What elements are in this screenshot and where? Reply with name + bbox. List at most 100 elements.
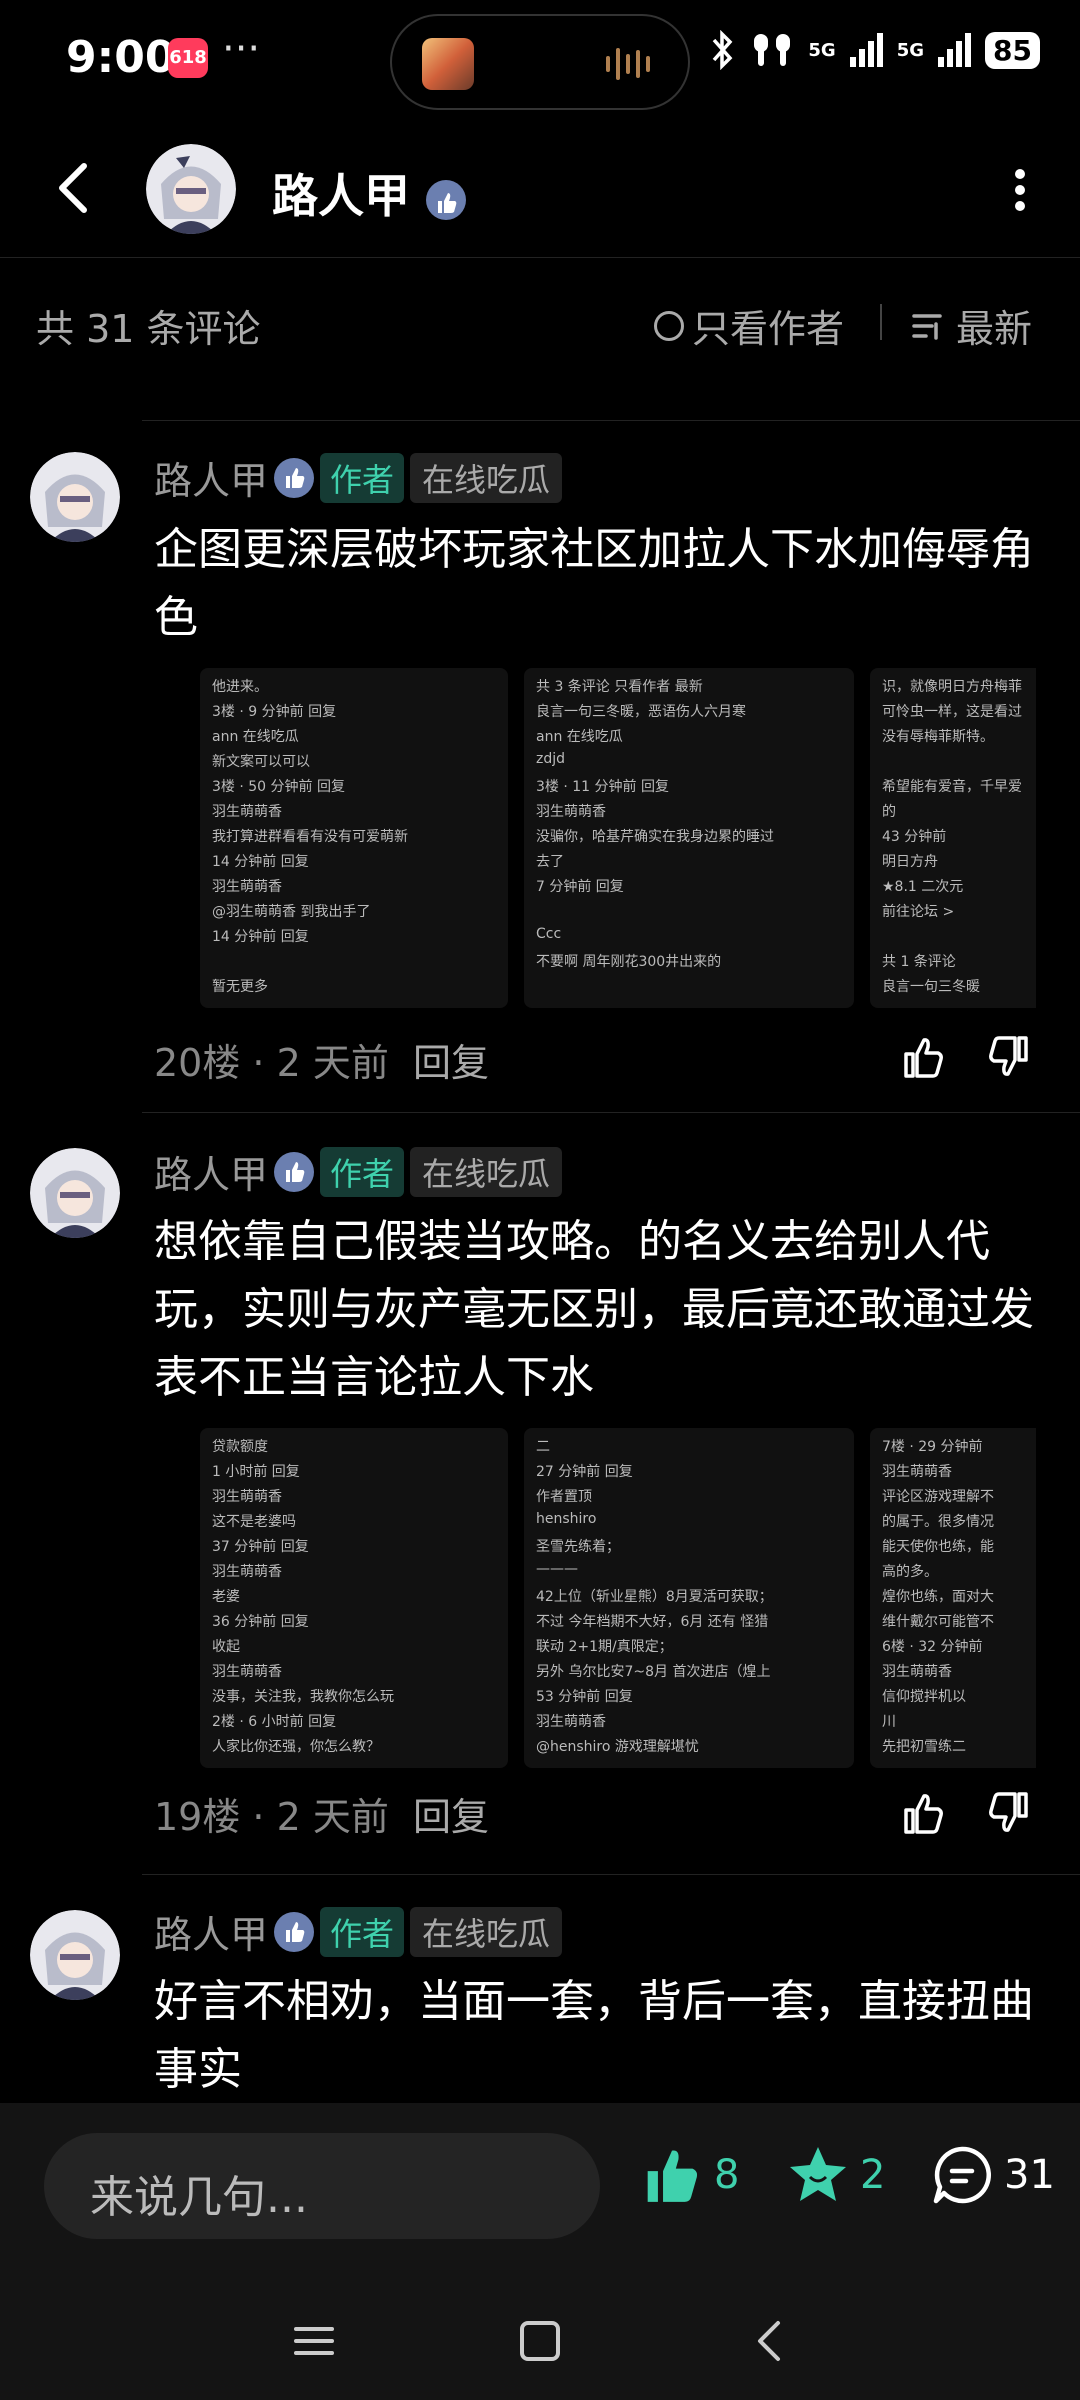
comment-image[interactable]: 7楼 · 29 分钟前 羽生萌萌香 评论区游戏理解不 的属于。很多情况 能天使你也练，能… bbox=[870, 1428, 1036, 1768]
shopping-app-icon: 618 bbox=[168, 38, 208, 78]
recent-apps-icon[interactable] bbox=[292, 2319, 336, 2363]
image-text-line: 3楼 · 50 分钟前 回复 bbox=[212, 779, 345, 795]
image-text-line: 不要啊 周年刚花300井出来的 bbox=[536, 954, 722, 970]
favorite-count: 2 bbox=[860, 2152, 886, 2198]
image-text-line: 羽生萌萌香 bbox=[882, 1464, 952, 1480]
image-text-line: 27 分钟前 回复 bbox=[536, 1464, 633, 1480]
user-tag: 在线吃瓜 bbox=[410, 1146, 563, 1197]
image-text-line: 希望能有爱音，千早爱 bbox=[882, 779, 1022, 795]
author-badge: 作者 bbox=[320, 1146, 405, 1197]
image-text-line: 羽生萌萌香 bbox=[212, 879, 282, 895]
comment-count-button[interactable]: 31 bbox=[930, 2143, 1055, 2207]
image-text-line: 的属于。很多情况 bbox=[882, 1514, 994, 1530]
comment-image[interactable]: 二 27 分钟前 回复 作者置顶 henshiro 圣雪先练着； ——— 42上位（斩业星熊… bbox=[524, 1428, 854, 1768]
image-text-line: 没事，关注我，我教你怎么玩 bbox=[212, 1689, 394, 1705]
image-text-line: @henshiro 游戏理解堪忧 bbox=[536, 1739, 699, 1755]
dislike-button[interactable] bbox=[984, 1032, 1034, 1082]
avatar[interactable] bbox=[146, 144, 236, 234]
only-author-toggle[interactable]: 只看作者 bbox=[654, 298, 844, 353]
image-text-line: 圣雪先练着； bbox=[536, 1539, 620, 1555]
comment-separator bbox=[142, 420, 1080, 421]
divider bbox=[880, 304, 882, 340]
signal-2-icon bbox=[938, 33, 972, 67]
earbuds-icon bbox=[754, 34, 791, 66]
media-artwork-icon bbox=[422, 38, 474, 90]
image-text-line: 的 bbox=[882, 804, 896, 820]
comment-input[interactable]: 来说几句... bbox=[44, 2133, 600, 2239]
image-text-line: 二 bbox=[536, 1439, 550, 1455]
back-nav-icon[interactable] bbox=[748, 2319, 792, 2363]
sort-latest-button[interactable]: 最新 bbox=[910, 298, 1032, 353]
image-text-line: 他进来。 bbox=[212, 679, 268, 695]
battery-level: 85 bbox=[985, 31, 1040, 69]
comment-item: 路人甲 作者 在线吃瓜 好言不相劝，当面一套，背后一套，直接扭曲事实 bbox=[0, 1874, 1080, 2103]
comment-images[interactable]: 贷款额度 1 小时前 回复 羽生萌萌香 这不是老婆吗 37 分钟前 回复 羽生萌萌香 老婆 3… bbox=[200, 1428, 1036, 1768]
comment-item: 路人甲 作者 在线吃瓜 想依靠自己假装当攻略。的名义去给别人代玩，实则与灰产毫无… bbox=[0, 1112, 1080, 1872]
verified-thumb-icon bbox=[274, 1911, 315, 1952]
comment-image[interactable]: 贷款额度 1 小时前 回复 羽生萌萌香 这不是老婆吗 37 分钟前 回复 羽生萌萌香 老婆 3… bbox=[200, 1428, 508, 1768]
thumb-up-filled-icon bbox=[647, 2150, 698, 2202]
more-options-icon[interactable] bbox=[1000, 160, 1040, 220]
comment-input-placeholder: 来说几句... bbox=[90, 2172, 308, 2223]
image-text-line: 煌你也练，面对大 bbox=[882, 1589, 994, 1605]
signal-1-icon bbox=[849, 33, 883, 67]
image-text-line: 37 分钟前 回复 bbox=[212, 1539, 309, 1555]
image-text-line: 42上位（斩业星熊）8月夏活可获取； bbox=[536, 1589, 773, 1605]
image-text-line: 羽生萌萌香 bbox=[212, 804, 282, 820]
author-badge: 作者 bbox=[320, 1906, 405, 1957]
dynamic-island[interactable] bbox=[390, 14, 690, 110]
image-text-line: henshiro bbox=[536, 1511, 597, 1527]
image-text-line: 羽生萌萌香 bbox=[212, 1664, 282, 1680]
like-button[interactable] bbox=[898, 1032, 948, 1082]
image-text-line: 羽生萌萌香 bbox=[536, 804, 606, 820]
reply-button[interactable]: 回复 bbox=[413, 1041, 489, 1085]
image-text-line: 作者置顶 bbox=[536, 1489, 592, 1505]
avatar[interactable] bbox=[30, 452, 120, 542]
favorite-count-button[interactable]: 2 bbox=[786, 2143, 885, 2207]
home-icon[interactable] bbox=[518, 2319, 562, 2363]
dislike-button[interactable] bbox=[984, 1788, 1034, 1838]
image-text-line: 人家比你还强，你怎么教？ bbox=[212, 1739, 380, 1755]
verified-thumb-icon bbox=[274, 1151, 315, 1192]
image-text-line: 36 分钟前 回复 bbox=[212, 1614, 309, 1630]
image-text-line: 不过 今年档期不大好，6月 还有 怪猎 bbox=[536, 1614, 769, 1630]
title-text: 路人甲 bbox=[272, 169, 410, 223]
comment-author[interactable]: 路人甲 bbox=[154, 1904, 268, 1959]
image-text-line: 良言一句三冬暖 bbox=[882, 979, 980, 995]
reply-button[interactable]: 回复 bbox=[413, 1795, 489, 1839]
comment-author[interactable]: 路人甲 bbox=[154, 450, 268, 505]
image-text-line: 14 分钟前 回复 bbox=[212, 929, 309, 945]
image-text-line: 共 1 条评论 bbox=[882, 954, 956, 970]
network-type-1: 5G bbox=[808, 39, 836, 61]
avatar[interactable] bbox=[30, 1910, 120, 2000]
image-text-line: ann 在线吃瓜 bbox=[212, 729, 299, 745]
avatar[interactable] bbox=[30, 1148, 120, 1238]
comment-author[interactable]: 路人甲 bbox=[154, 1144, 268, 1199]
like-count-button[interactable]: 8 bbox=[640, 2143, 739, 2207]
comment-text: 想依靠自己假装当攻略。的名义去给别人代玩，实则与灰产毫无区别，最后竟还敢通过发表… bbox=[154, 1216, 1034, 1403]
image-text-line: 明日方舟 bbox=[882, 854, 938, 870]
like-button[interactable] bbox=[898, 1788, 948, 1838]
system-nav-bar bbox=[0, 2279, 1080, 2400]
verified-thumb-icon bbox=[426, 179, 467, 220]
image-text-line: 1 小时前 回复 bbox=[212, 1464, 300, 1480]
comment-item: 路人甲 作者 在线吃瓜 企图更深层破坏玩家社区加拉人下水加侮辱角色 他进来。 3楼… bbox=[0, 420, 1080, 1120]
image-text-line: 信仰搅拌机以 bbox=[882, 1689, 966, 1705]
image-text-line: 老婆 bbox=[212, 1589, 240, 1605]
comment-bubble-icon bbox=[933, 2146, 991, 2204]
bluetooth-icon bbox=[713, 30, 733, 70]
like-count: 8 bbox=[714, 2152, 740, 2198]
comment-image[interactable]: 识，就像明日方舟梅菲 可怜虫一样，这是看过 没有辱梅菲斯特。 希望能有爱音，千早爱的 4… bbox=[870, 668, 1036, 1008]
back-button[interactable] bbox=[50, 158, 100, 218]
image-text-line: 可怜虫一样，这是看过 bbox=[882, 704, 1022, 720]
image-text-line: 能天使你也练，能 bbox=[882, 1539, 994, 1555]
image-text-line: 6楼 · 32 分钟前 bbox=[882, 1639, 983, 1655]
comment-images[interactable]: 他进来。 3楼 · 9 分钟前 回复 ann 在线吃瓜 新文案可以可以 3楼 · 50 … bbox=[200, 668, 1036, 1008]
image-text-line: 53 分钟前 回复 bbox=[536, 1689, 633, 1705]
comment-image[interactable]: 共 3 条评论 只看作者 最新 良言一句三冬暖，恶语伤人六月寒 ann 在线吃瓜 zd… bbox=[524, 668, 854, 1008]
comment-image[interactable]: 他进来。 3楼 · 9 分钟前 回复 ann 在线吃瓜 新文案可以可以 3楼 · 50 … bbox=[200, 668, 508, 1008]
user-tag: 在线吃瓜 bbox=[410, 452, 563, 503]
radio-circle-icon bbox=[654, 310, 684, 341]
status-icons: 5G 5G 85 bbox=[710, 30, 1040, 70]
author-badge: 作者 bbox=[320, 452, 405, 503]
